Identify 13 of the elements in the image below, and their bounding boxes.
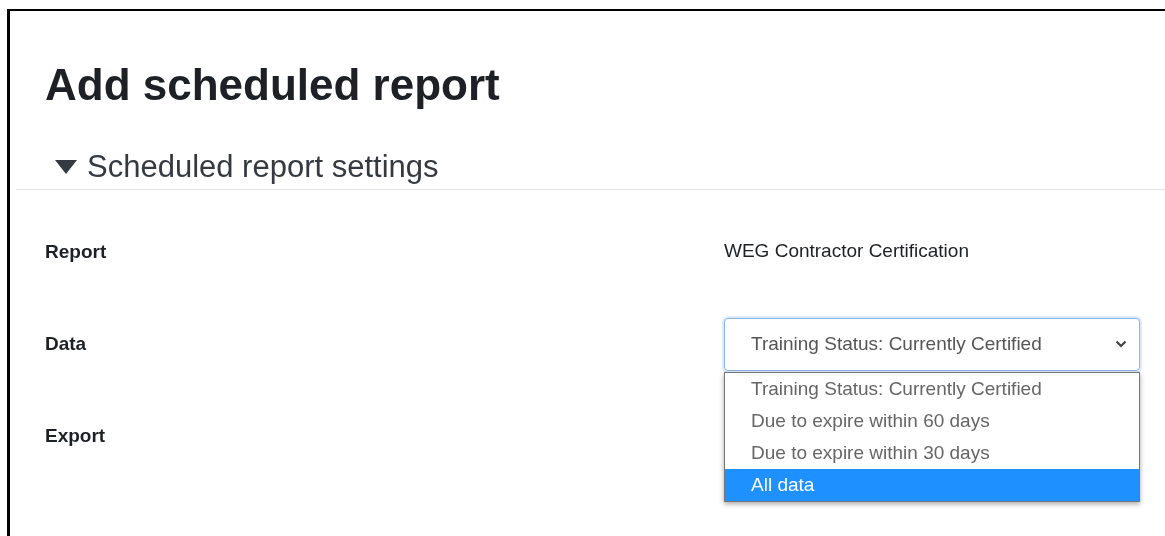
report-name: WEG Contractor Certification [724, 239, 969, 262]
dropdown-option[interactable]: Training Status: Currently Certified [725, 372, 1139, 405]
dropdown-option[interactable]: Due to expire within 60 days [725, 404, 1139, 437]
data-select[interactable]: Training Status: Currently Certified [724, 317, 1140, 371]
field-label: Export [45, 425, 106, 447]
caret-icon [55, 160, 77, 174]
field-label: Report [45, 241, 107, 263]
page-title: Add scheduled report [44, 59, 501, 111]
dropdown-option[interactable]: Due to expire within 30 days [725, 436, 1139, 469]
field-label: Data [45, 333, 87, 355]
chevron-icon [1115, 340, 1127, 348]
section-toggle[interactable]: Scheduled report settings [16, 147, 439, 187]
dropdown-option[interactable]: All data [725, 468, 1139, 501]
